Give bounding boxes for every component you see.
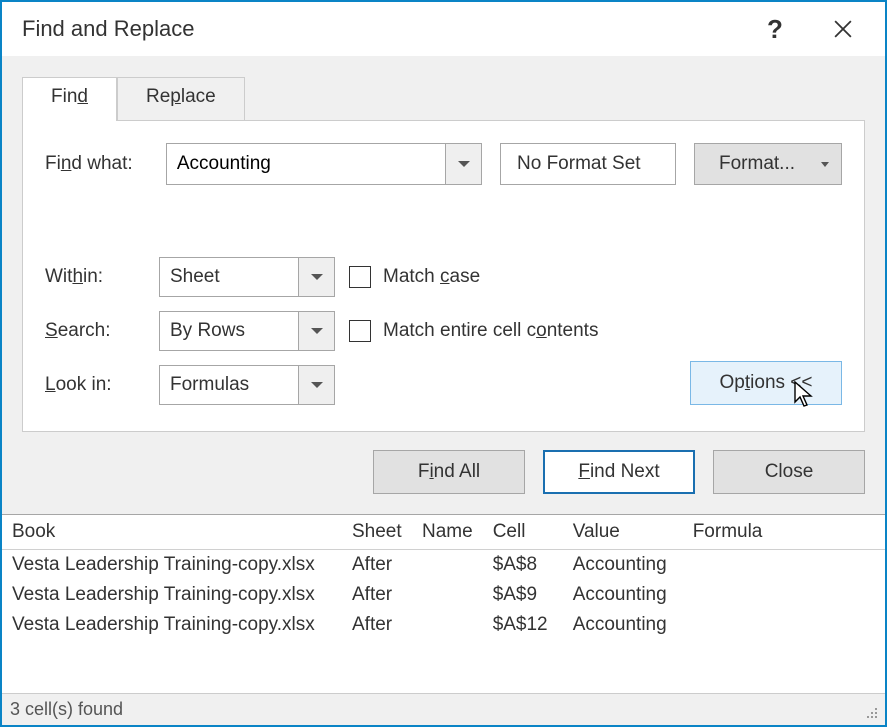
chevron-down-icon <box>821 162 829 167</box>
within-label: Within: <box>45 266 145 288</box>
client-area: Find Replace Find what: <box>2 56 885 725</box>
cell-cell: $A$12 <box>483 610 563 640</box>
cell-formula <box>683 610 885 640</box>
find-panel: Find what: No Format Set Format... <box>22 120 865 432</box>
results-pane[interactable]: Book Sheet Name Cell Value Formula Vesta… <box>2 514 885 693</box>
help-button[interactable]: ? <box>751 5 799 53</box>
col-header-sheet[interactable]: Sheet <box>342 515 412 550</box>
chevron-down-icon <box>311 274 323 280</box>
search-dropdown[interactable] <box>298 312 334 350</box>
col-header-book[interactable]: Book <box>2 515 342 550</box>
chevron-down-icon <box>458 161 470 167</box>
status-text: 3 cell(s) found <box>10 699 123 720</box>
col-header-cell[interactable]: Cell <box>483 515 563 550</box>
table-row[interactable]: Vesta Leadership Training-copy.xlsxAfter… <box>2 580 885 610</box>
chevron-down-icon <box>311 328 323 334</box>
cell-formula <box>683 550 885 581</box>
format-preview: No Format Set <box>500 143 676 185</box>
dialog-buttons: Find All Find Next Close <box>2 432 885 514</box>
cell-sheet: After <box>342 580 412 610</box>
find-what-label: Find what: <box>45 153 148 175</box>
cell-formula <box>683 580 885 610</box>
cell-book: Vesta Leadership Training-copy.xlsx <box>2 610 342 640</box>
cell-name <box>412 610 483 640</box>
cell-sheet: After <box>342 610 412 640</box>
lookin-label: Look in: <box>45 374 145 396</box>
match-entire-checkbox[interactable]: Match entire cell contents <box>349 320 842 342</box>
lookin-combo[interactable]: Formulas <box>159 365 335 405</box>
cell-value: Accounting <box>563 610 683 640</box>
cell-cell: $A$9 <box>483 580 563 610</box>
checkbox-box <box>349 320 371 342</box>
find-replace-dialog: Find and Replace ? Find Replace <box>0 0 887 727</box>
lookin-dropdown[interactable] <box>298 366 334 404</box>
tabstrip: Find Replace <box>22 76 865 120</box>
cell-sheet: After <box>342 550 412 581</box>
cell-name <box>412 580 483 610</box>
chevron-down-icon <box>311 382 323 388</box>
search-label: Search: <box>45 320 145 342</box>
match-case-checkbox[interactable]: Match case <box>349 266 842 288</box>
find-all-button[interactable]: Find All <box>373 450 525 494</box>
table-row[interactable]: Vesta Leadership Training-copy.xlsxAfter… <box>2 550 885 581</box>
col-header-value[interactable]: Value <box>563 515 683 550</box>
cell-book: Vesta Leadership Training-copy.xlsx <box>2 580 342 610</box>
cell-value: Accounting <box>563 580 683 610</box>
within-dropdown[interactable] <box>298 258 334 296</box>
table-row[interactable]: Vesta Leadership Training-copy.xlsxAfter… <box>2 610 885 640</box>
find-what-input[interactable] <box>167 144 445 184</box>
tab-replace[interactable]: Replace <box>117 77 245 121</box>
statusbar: 3 cell(s) found <box>2 693 885 725</box>
titlebar: Find and Replace ? <box>2 2 885 56</box>
cell-value: Accounting <box>563 550 683 581</box>
results-table: Book Sheet Name Cell Value Formula Vesta… <box>2 515 885 640</box>
find-what-combo[interactable] <box>166 143 482 185</box>
close-icon <box>834 20 852 38</box>
close-window-button[interactable] <box>819 5 867 53</box>
within-combo[interactable]: Sheet <box>159 257 335 297</box>
close-button[interactable]: Close <box>713 450 865 494</box>
format-button[interactable]: Format... <box>694 143 842 185</box>
cell-book: Vesta Leadership Training-copy.xlsx <box>2 550 342 581</box>
window-title: Find and Replace <box>22 16 751 42</box>
find-next-button[interactable]: Find Next <box>543 450 695 494</box>
col-header-name[interactable]: Name <box>412 515 483 550</box>
cell-cell: $A$8 <box>483 550 563 581</box>
options-button[interactable]: Options << <box>690 361 842 405</box>
find-what-dropdown[interactable] <box>445 144 481 184</box>
checkbox-box <box>349 266 371 288</box>
resize-grip-icon[interactable] <box>861 702 877 718</box>
col-header-formula[interactable]: Formula <box>683 515 885 550</box>
tab-find[interactable]: Find <box>22 77 117 121</box>
search-combo[interactable]: By Rows <box>159 311 335 351</box>
cell-name <box>412 550 483 581</box>
